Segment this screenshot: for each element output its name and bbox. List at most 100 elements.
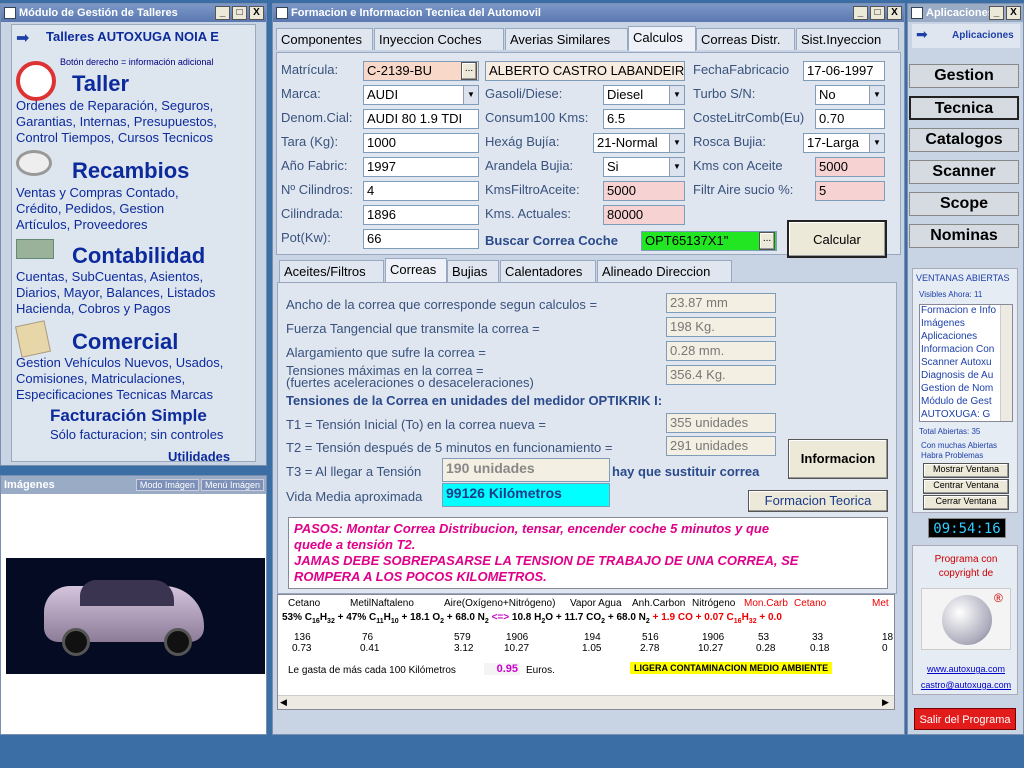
- denom-cial-field[interactable]: AUDI 80 1.9 TDI: [363, 109, 479, 129]
- main-title-bar[interactable]: Formacion e Informacion Tecnica del Auto…: [273, 4, 904, 22]
- minimize-button[interactable]: _: [853, 6, 868, 20]
- consum-field[interactable]: 6.5: [603, 109, 685, 129]
- cilindrada-field[interactable]: 1896: [363, 205, 479, 225]
- taller-title[interactable]: Taller: [72, 71, 129, 97]
- ancho-correa-label: Ancho de la correa que corresponde segun…: [286, 297, 598, 312]
- recambios-desc-1: Ventas y Compras Contado,: [16, 185, 179, 200]
- kms-actuales-field[interactable]: 80000: [603, 205, 685, 225]
- tab-alineado-direccion[interactable]: Alineado Direccion: [597, 260, 732, 282]
- tab-componentes[interactable]: Componentes: [276, 28, 373, 50]
- formacion-teorica-button[interactable]: Formacion Teorica: [748, 490, 888, 512]
- list-item[interactable]: AUTOXUGA: G: [920, 409, 1012, 421]
- tab-calculos[interactable]: Calculos: [628, 26, 696, 51]
- list-item[interactable]: Scanner Autoxu: [920, 357, 1012, 370]
- facturacion-title[interactable]: Facturación Simple: [50, 406, 207, 426]
- gasoil-label: Gasoli/Diese:: [485, 86, 563, 101]
- calcular-button[interactable]: Calcular: [787, 220, 887, 258]
- marca-select[interactable]: AUDI ▼: [363, 85, 479, 105]
- clock-icon[interactable]: [16, 61, 56, 101]
- taller-desc-1: Ordenes de Reparación, Seguros,: [16, 98, 214, 113]
- close-button[interactable]: X: [249, 6, 264, 20]
- list-item[interactable]: Informacion Con: [920, 344, 1012, 357]
- arandela-select[interactable]: Si ▼: [603, 157, 685, 177]
- utilidades-link[interactable]: Utilidades: [168, 449, 230, 464]
- close-button[interactable]: X: [887, 6, 902, 20]
- tab-calentadores[interactable]: Calentadores: [500, 260, 596, 282]
- turbo-select[interactable]: No ▼: [815, 85, 885, 105]
- owner-field[interactable]: ALBERTO CASTRO LABANDEIR: [485, 61, 685, 81]
- tab-bujias[interactable]: Bujias: [447, 260, 499, 282]
- cerrar-ventana-button[interactable]: Cerrar Ventana: [923, 495, 1009, 510]
- salir-button[interactable]: Salir del Programa: [914, 708, 1016, 730]
- catalogos-button[interactable]: Catalogos: [909, 128, 1019, 152]
- vertical-scrollbar[interactable]: [1000, 305, 1012, 421]
- minimize-button[interactable]: _: [989, 6, 1004, 20]
- parts-icon[interactable]: [16, 150, 52, 176]
- ano-fabric-field[interactable]: 1997: [363, 157, 479, 177]
- horizontal-scrollbar[interactable]: ◀ ▶: [278, 695, 894, 709]
- tecnica-button[interactable]: Tecnica: [909, 96, 1019, 120]
- matricula-lookup-button[interactable]: ...: [461, 62, 477, 80]
- money-icon[interactable]: [16, 239, 54, 259]
- scanner-button[interactable]: Scanner: [909, 160, 1019, 184]
- nominas-button[interactable]: Nominas: [909, 224, 1019, 248]
- mostrar-ventana-button[interactable]: Mostrar Ventana: [923, 463, 1009, 478]
- scope-button[interactable]: Scope: [909, 192, 1019, 216]
- tab-aceites-filtros[interactable]: Aceites/Filtros: [279, 260, 384, 282]
- recambios-title[interactable]: Recambios: [72, 158, 189, 184]
- list-item[interactable]: Imágenes: [920, 318, 1012, 331]
- rosca-bujia-select[interactable]: 17-Larga ▼: [803, 133, 885, 153]
- tab-correas[interactable]: Correas: [385, 258, 447, 283]
- tab-inyeccion-coches[interactable]: Inyeccion Coches: [374, 28, 504, 50]
- document-icon[interactable]: [15, 320, 51, 358]
- chevron-down-icon[interactable]: ▼: [869, 134, 884, 152]
- chevron-down-icon[interactable]: ▼: [463, 86, 478, 104]
- ventanas-list[interactable]: Formacion e Info Imágenes Aplicaciones I…: [919, 304, 1013, 422]
- fecha-fab-field[interactable]: 17-06-1997: [803, 61, 885, 81]
- image-menu-button[interactable]: Menú Imágen: [200, 479, 264, 491]
- tab-averias-similares[interactable]: Averias Similares: [505, 28, 628, 50]
- list-item[interactable]: Aplicaciones: [920, 331, 1012, 344]
- email-link[interactable]: castro@autoxuga.com: [915, 680, 1017, 690]
- chevron-down-icon[interactable]: ▼: [669, 134, 684, 152]
- images-title-bar[interactable]: Imágenes Modo Imágen Menú Imágen: [1, 476, 266, 494]
- list-item[interactable]: Diagnosis de Au: [920, 370, 1012, 383]
- chevron-down-icon[interactable]: ▼: [669, 158, 684, 176]
- alargamiento-field: 0.28 mm.: [666, 341, 776, 361]
- maximize-button[interactable]: □: [870, 6, 885, 20]
- tara-field[interactable]: 1000: [363, 133, 479, 153]
- web-link[interactable]: www.autoxuga.com: [919, 664, 1013, 674]
- tab-sist-inyeccion[interactable]: Sist.Inyeccion: [796, 28, 899, 50]
- kms-aceite-field[interactable]: 5000: [815, 157, 885, 177]
- maximize-button[interactable]: □: [232, 6, 247, 20]
- centrar-ventana-button[interactable]: Centrar Ventana: [923, 479, 1009, 494]
- buscar-correa-lookup-button[interactable]: ...: [759, 232, 775, 250]
- coste-litro-field[interactable]: 0.70: [815, 109, 885, 129]
- list-item[interactable]: Formacion e Info: [920, 305, 1012, 318]
- hexag-bujia-select[interactable]: 21-Normal ▼: [593, 133, 685, 153]
- informacion-button[interactable]: Informacion: [788, 439, 888, 479]
- taller-title-bar[interactable]: Módulo de Gestión de Talleres _ □ X: [1, 4, 266, 22]
- cilindros-field[interactable]: 4: [363, 181, 479, 201]
- chevron-down-icon[interactable]: ▼: [869, 86, 884, 104]
- buscar-correa-field[interactable]: OPT65137X1": [641, 231, 777, 251]
- list-item[interactable]: Módulo de Gest: [920, 396, 1012, 409]
- scroll-right-icon[interactable]: ▶: [882, 697, 889, 708]
- minimize-button[interactable]: _: [215, 6, 230, 20]
- gasoil-select[interactable]: Diesel ▼: [603, 85, 685, 105]
- close-button[interactable]: X: [1006, 6, 1021, 20]
- scroll-left-icon[interactable]: ◀: [280, 697, 287, 708]
- aplicaciones-title-bar[interactable]: Aplicaciones _ X: [908, 4, 1023, 22]
- kms-filtro-field[interactable]: 5000: [603, 181, 685, 201]
- filtro-aire-field[interactable]: 5: [815, 181, 885, 201]
- comercial-title[interactable]: Comercial: [72, 329, 178, 355]
- chevron-down-icon[interactable]: ▼: [669, 86, 684, 104]
- tab-correas-distr[interactable]: Correas Distr.: [696, 28, 795, 50]
- vida-media-field: 99126 Kilómetros: [442, 483, 610, 507]
- pot-field[interactable]: 66: [363, 229, 479, 249]
- image-mode-button[interactable]: Modo Imágen: [135, 479, 199, 491]
- chem-header: Cetano: [288, 598, 321, 609]
- gestion-button[interactable]: Gestion: [909, 64, 1019, 88]
- list-item[interactable]: Gestion de Nom: [920, 383, 1012, 396]
- contabilidad-title[interactable]: Contabilidad: [72, 243, 205, 269]
